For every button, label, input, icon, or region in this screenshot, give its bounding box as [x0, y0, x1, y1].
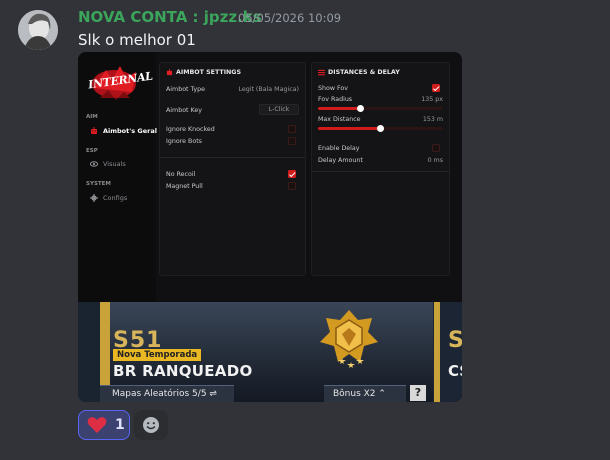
message-timestamp: 05/05/2026 10:09 [238, 11, 342, 25]
menu-sidebar: INTERNAL AIM Aimbot's Geral ESP Visuals … [78, 52, 157, 302]
smile-icon [143, 417, 159, 433]
divider [160, 157, 305, 158]
section-label-aim: AIM [86, 114, 98, 120]
ignore-bots-checkbox[interactable] [288, 137, 296, 145]
chat-message: NOVA CONTA : jpzz.ks 05/05/2026 10:09 Sl… [0, 0, 610, 460]
panel-title: DISTANCES & DELAY [318, 69, 400, 76]
max-distance-label: Max Distance [318, 116, 361, 123]
section-label-system: SYSTEM [86, 181, 111, 187]
rank-medal-icon [320, 310, 378, 368]
magnet-pull-checkbox[interactable] [288, 182, 296, 190]
show-fov-label: Show Fov [318, 85, 348, 92]
reaction-count: 1 [115, 417, 125, 433]
no-recoil-label: No Recoil [166, 171, 196, 178]
eye-icon [90, 161, 98, 167]
help-button[interactable]: ? [410, 385, 426, 401]
image-attachment[interactable]: INTERNAL AIM Aimbot's Geral ESP Visuals … [78, 52, 462, 402]
panel-title-text: DISTANCES & DELAY [328, 69, 400, 76]
banner-stripe [434, 302, 440, 402]
max-distance-slider[interactable] [318, 125, 443, 132]
delay-amount-value: 0 ms [427, 157, 443, 164]
season-number-next: S5 [448, 328, 462, 353]
enable-delay-label: Enable Delay [318, 145, 360, 152]
nav-item-visuals[interactable]: Visuals [90, 160, 126, 168]
aimbot-type-select[interactable]: Legit (Bala Magica) [238, 86, 299, 93]
magnet-pull-label: Magnet Pull [166, 183, 203, 190]
sliders-icon [318, 69, 325, 76]
cheat-menu-screenshot: INTERNAL AIM Aimbot's Geral ESP Visuals … [78, 52, 462, 302]
aimbot-key-label: Aimbot Key [166, 107, 202, 114]
game-mode-title-next: CS [448, 362, 462, 380]
avatar[interactable] [18, 10, 58, 50]
nav-item-aimbot[interactable]: Aimbot's Geral [90, 127, 157, 135]
fov-radius-slider[interactable] [318, 105, 443, 112]
ignore-bots-label: Ignore Bots [166, 138, 202, 145]
heart-reaction[interactable]: 1 [78, 410, 130, 440]
nav-item-label: Visuals [103, 160, 126, 168]
nav-item-label: Configs [103, 194, 128, 202]
slider-handle[interactable] [377, 125, 384, 132]
slider-fill [318, 107, 361, 110]
panel-title-text: AIMBOT SETTINGS [176, 69, 242, 76]
bonus-button[interactable]: Bônus X2 ⌃ [324, 385, 406, 402]
new-season-tag: Nova Temporada [113, 349, 202, 361]
distances-delay-panel: DISTANCES & DELAY Show Fov Fov Radius 13… [311, 62, 450, 276]
aimbot-type-label: Aimbot Type [166, 86, 205, 93]
no-recoil-checkbox[interactable] [288, 170, 296, 178]
aimbot-key-input[interactable]: L-Click [259, 104, 299, 115]
nav-item-configs[interactable]: Configs [90, 194, 127, 202]
show-fov-checkbox[interactable] [432, 84, 440, 92]
divider [312, 171, 449, 172]
add-reaction-button[interactable] [134, 410, 168, 440]
ignore-knocked-label: Ignore Knocked [166, 126, 215, 133]
robot-icon [91, 127, 97, 134]
delay-amount-label: Delay Amount [318, 157, 363, 164]
slider-fill [318, 127, 381, 130]
fov-radius-value: 135 px [421, 96, 443, 103]
aimbot-settings-panel: AIMBOT SETTINGS Aimbot Type Legit (Bala … [159, 62, 306, 276]
fov-radius-label: Fov Radius [318, 96, 353, 103]
max-distance-value: 153 m [422, 116, 443, 123]
heart-icon [87, 417, 107, 433]
gear-icon [90, 194, 98, 202]
maps-button[interactable]: Mapas Aleatórios 5/5 ⇌ [100, 385, 234, 402]
author-name[interactable]: NOVA CONTA : jpzz.ks [78, 8, 262, 26]
ignore-knocked-checkbox[interactable] [288, 125, 296, 133]
game-mode-title: BR RANQUEADO [113, 362, 253, 380]
nav-item-label: Aimbot's Geral [103, 127, 157, 135]
robot-icon [166, 69, 173, 76]
slider-handle[interactable] [357, 105, 364, 112]
section-label-esp: ESP [86, 148, 98, 154]
enable-delay-checkbox[interactable] [432, 144, 440, 152]
game-banner: S51 S5 Nova Temporada BR RANQUEADO CS Ma… [78, 302, 462, 402]
message-text: Slk o melhor 01 [78, 31, 196, 49]
panel-title: AIMBOT SETTINGS [166, 69, 241, 76]
